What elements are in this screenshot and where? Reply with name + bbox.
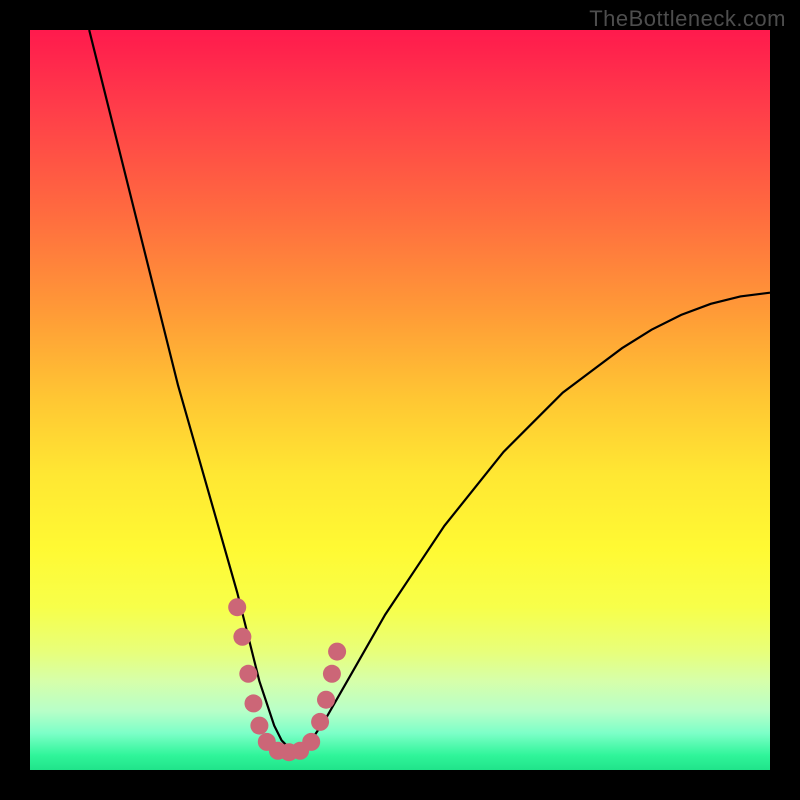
curve-marker — [323, 665, 341, 683]
curve-marker — [250, 717, 268, 735]
curve-marker — [228, 598, 246, 616]
watermark-text: TheBottleneck.com — [589, 6, 786, 32]
curve-marker — [233, 628, 251, 646]
curve-layer — [30, 30, 770, 770]
bottleneck-curve — [89, 30, 770, 752]
curve-marker — [317, 691, 335, 709]
curve-marker — [244, 694, 262, 712]
curve-marker — [302, 733, 320, 751]
curve-marker — [239, 665, 257, 683]
plot-area — [30, 30, 770, 770]
curve-marker — [311, 713, 329, 731]
curve-marker — [328, 643, 346, 661]
chart-frame: TheBottleneck.com — [0, 0, 800, 800]
